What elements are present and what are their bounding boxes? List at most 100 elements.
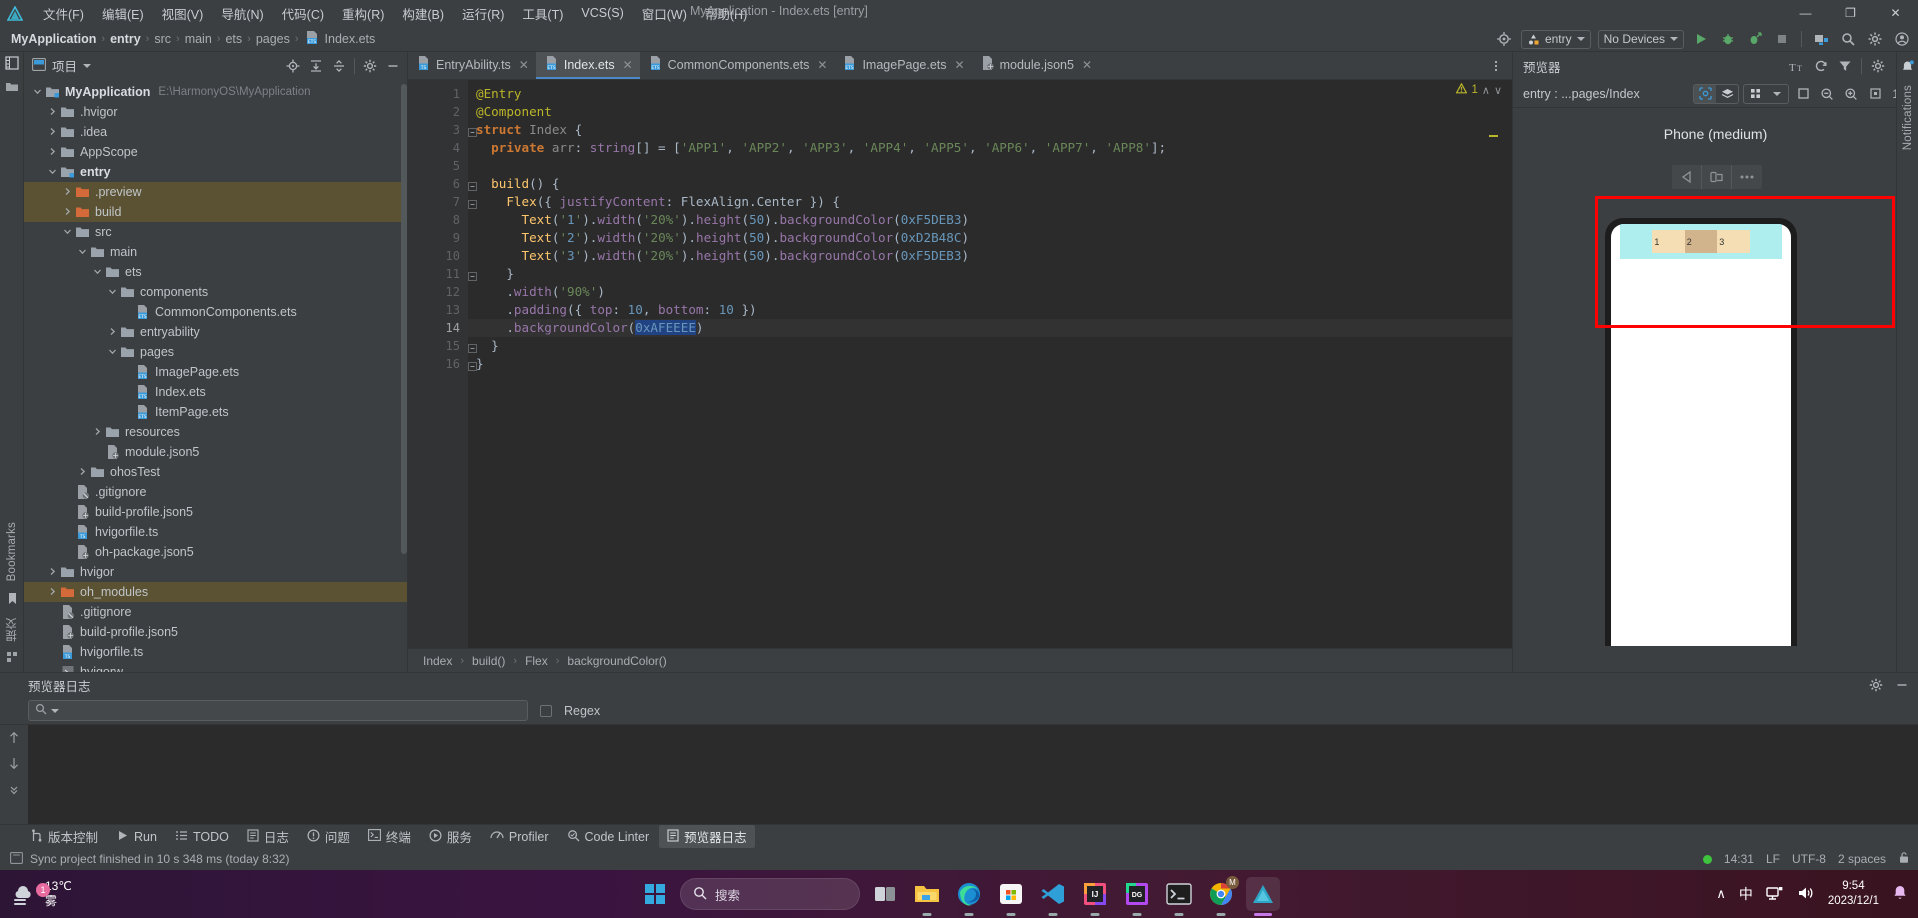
tree-item-index-ets[interactable]: ETSIndex.ets xyxy=(24,382,407,402)
editor-crumb-index[interactable]: Index xyxy=(420,654,455,668)
fit-frame-icon[interactable] xyxy=(1793,84,1813,104)
gutter-line-13[interactable]: 13 xyxy=(408,301,468,319)
tree-item-oh-package-json5[interactable]: oh-package.json5 xyxy=(24,542,407,562)
tree-expand-arrow[interactable] xyxy=(92,426,103,437)
tree-expand-arrow[interactable] xyxy=(47,606,58,617)
inspector-icon[interactable] xyxy=(1694,85,1716,103)
gutter-line-15[interactable]: 15 xyxy=(408,337,468,355)
project-icon[interactable] xyxy=(5,56,19,73)
gutter-line-3[interactable]: 3 xyxy=(408,121,468,139)
scroll-up-icon[interactable] xyxy=(8,731,20,747)
editor-crumb-backgroundcolor-[interactable]: backgroundColor() xyxy=(564,654,669,668)
code-line-15[interactable]: } xyxy=(468,337,1512,355)
zoom-in-icon[interactable] xyxy=(1841,84,1861,104)
commit-icon[interactable] xyxy=(6,651,18,666)
code-line-3[interactable]: struct Index { xyxy=(468,121,1512,139)
tool-window--[interactable]: 预览器日志 xyxy=(659,825,755,848)
tree-item-hvigorfile-ts[interactable]: TShvigorfile.ts xyxy=(24,642,407,662)
tool-window--[interactable]: 日志 xyxy=(239,825,297,848)
tree-expand-arrow[interactable] xyxy=(47,666,58,672)
close-icon[interactable]: ✕ xyxy=(817,58,827,72)
tree-item--gitignore[interactable]: .gitignore xyxy=(24,482,407,502)
code-line-5[interactable] xyxy=(468,157,1512,175)
tree-expand-arrow[interactable] xyxy=(47,166,58,177)
editor-tab-index-ets[interactable]: ETSIndex.ets✕ xyxy=(536,52,640,79)
weather-widget[interactable]: 1 13℃ 雾 xyxy=(0,879,72,909)
editor-tab-imagepage-ets[interactable]: ETSImagePage.ets✕ xyxy=(834,52,971,79)
hide-panel-icon[interactable] xyxy=(1892,675,1912,695)
tree-expand-arrow[interactable] xyxy=(62,546,73,557)
tree-item--gitignore[interactable]: .gitignore xyxy=(24,602,407,622)
deveco-studio-icon[interactable] xyxy=(1246,877,1280,911)
line-separator-label[interactable]: LF xyxy=(1766,852,1780,866)
tree-expand-arrow[interactable] xyxy=(77,466,88,477)
home-icon[interactable] xyxy=(1702,165,1732,189)
code-line-14[interactable]: .backgroundColor(0xAFEEEE) xyxy=(468,319,1512,337)
gutter-line-4[interactable]: 4 xyxy=(408,139,468,157)
tree-item-ohostest[interactable]: ohosTest xyxy=(24,462,407,482)
code-line-4[interactable]: private arr: string[] = ['APP1', 'APP2',… xyxy=(468,139,1512,157)
tool-window-run[interactable]: Run xyxy=(108,827,165,847)
close-icon[interactable]: ✕ xyxy=(519,58,529,72)
menu-window[interactable]: 窗口(W) xyxy=(633,1,696,26)
tree-item-ets[interactable]: ets xyxy=(24,262,407,282)
run-configuration-selector[interactable]: entry xyxy=(1521,30,1591,49)
tree-expand-arrow[interactable] xyxy=(122,406,133,417)
chevron-down-icon[interactable] xyxy=(83,64,91,68)
intellij-idea-icon[interactable]: IJ xyxy=(1078,877,1112,911)
previewer-canvas[interactable]: Phone (medium) 123 xyxy=(1513,108,1918,672)
network-icon[interactable] xyxy=(1766,885,1784,904)
tree-item-main[interactable]: main xyxy=(24,242,407,262)
tool-window--[interactable]: 终端 xyxy=(360,825,419,848)
task-view-icon[interactable] xyxy=(868,877,902,911)
tree-expand-arrow[interactable] xyxy=(62,226,73,237)
bell-icon[interactable] xyxy=(1892,884,1908,904)
inspection-status-indicator[interactable] xyxy=(1703,855,1712,864)
log-search-box[interactable] xyxy=(28,700,528,721)
preview-cell-3[interactable]: 3 xyxy=(1717,230,1749,253)
zoom-fit-icon[interactable] xyxy=(1865,84,1885,104)
start-button[interactable] xyxy=(638,877,672,911)
tree-expand-arrow[interactable] xyxy=(47,566,58,577)
tree-item--hvigor[interactable]: .hvigor xyxy=(24,102,407,122)
code-line-12[interactable]: .width('90%') xyxy=(468,283,1512,301)
close-icon[interactable]: ✕ xyxy=(623,58,633,72)
regex-checkbox[interactable] xyxy=(540,705,552,717)
gear-icon[interactable] xyxy=(1868,56,1888,76)
menu-view[interactable]: 视图(V) xyxy=(153,1,213,26)
tree-expand-arrow[interactable] xyxy=(62,526,73,537)
scroll-down-icon[interactable] xyxy=(8,757,20,773)
tree-expand-arrow[interactable] xyxy=(62,506,73,517)
collapse-all-icon[interactable] xyxy=(329,56,349,76)
project-scrollbar[interactable] xyxy=(401,84,407,554)
account-icon[interactable] xyxy=(1892,29,1912,49)
tree-item-build[interactable]: build xyxy=(24,202,407,222)
code-line-9[interactable]: Text('2').width('20%').height(50).backgr… xyxy=(468,229,1512,247)
menu-code[interactable]: 代码(C) xyxy=(273,1,333,26)
code-line-11[interactable]: } xyxy=(468,265,1512,283)
inspection-widget[interactable]: 1 ∧ ∨ xyxy=(1456,83,1502,97)
edge-icon[interactable] xyxy=(952,877,986,911)
tree-item-appscope[interactable]: AppScope xyxy=(24,142,407,162)
tree-item-components[interactable]: components xyxy=(24,282,407,302)
tree-item-myapplication[interactable]: MyApplicationE:\HarmonyOS\MyApplication xyxy=(24,82,407,102)
tool-window-code-linter[interactable]: Code Linter xyxy=(559,827,658,847)
tree-item-commoncomponents-ets[interactable]: ETSCommonComponents.ets xyxy=(24,302,407,322)
font-size-icon[interactable]: TT xyxy=(1787,56,1807,76)
debug-button[interactable] xyxy=(1718,29,1738,49)
editor-crumb-flex[interactable]: Flex xyxy=(522,654,551,668)
tree-item-pages[interactable]: pages xyxy=(24,342,407,362)
menu-file[interactable]: 文件(F) xyxy=(34,1,93,26)
breadcrumb-ets[interactable]: ets xyxy=(222,32,245,46)
bookmark-icon[interactable] xyxy=(7,592,18,608)
code-line-8[interactable]: Text('1').width('20%').height(50).backgr… xyxy=(468,211,1512,229)
device-selector[interactable]: No Devices xyxy=(1598,30,1684,49)
tree-item-entry[interactable]: entry xyxy=(24,162,407,182)
indent-label[interactable]: 2 spaces xyxy=(1838,852,1886,866)
microsoft-store-icon[interactable] xyxy=(994,877,1028,911)
editor-tab-commoncomponents-ets[interactable]: ETSCommonComponents.ets✕ xyxy=(640,52,835,79)
chevron-down-icon[interactable] xyxy=(1766,85,1788,103)
previewer-layout-selector[interactable] xyxy=(1743,84,1789,104)
menu-navigate[interactable]: 导航(N) xyxy=(212,1,272,26)
target-icon[interactable] xyxy=(1494,29,1514,49)
